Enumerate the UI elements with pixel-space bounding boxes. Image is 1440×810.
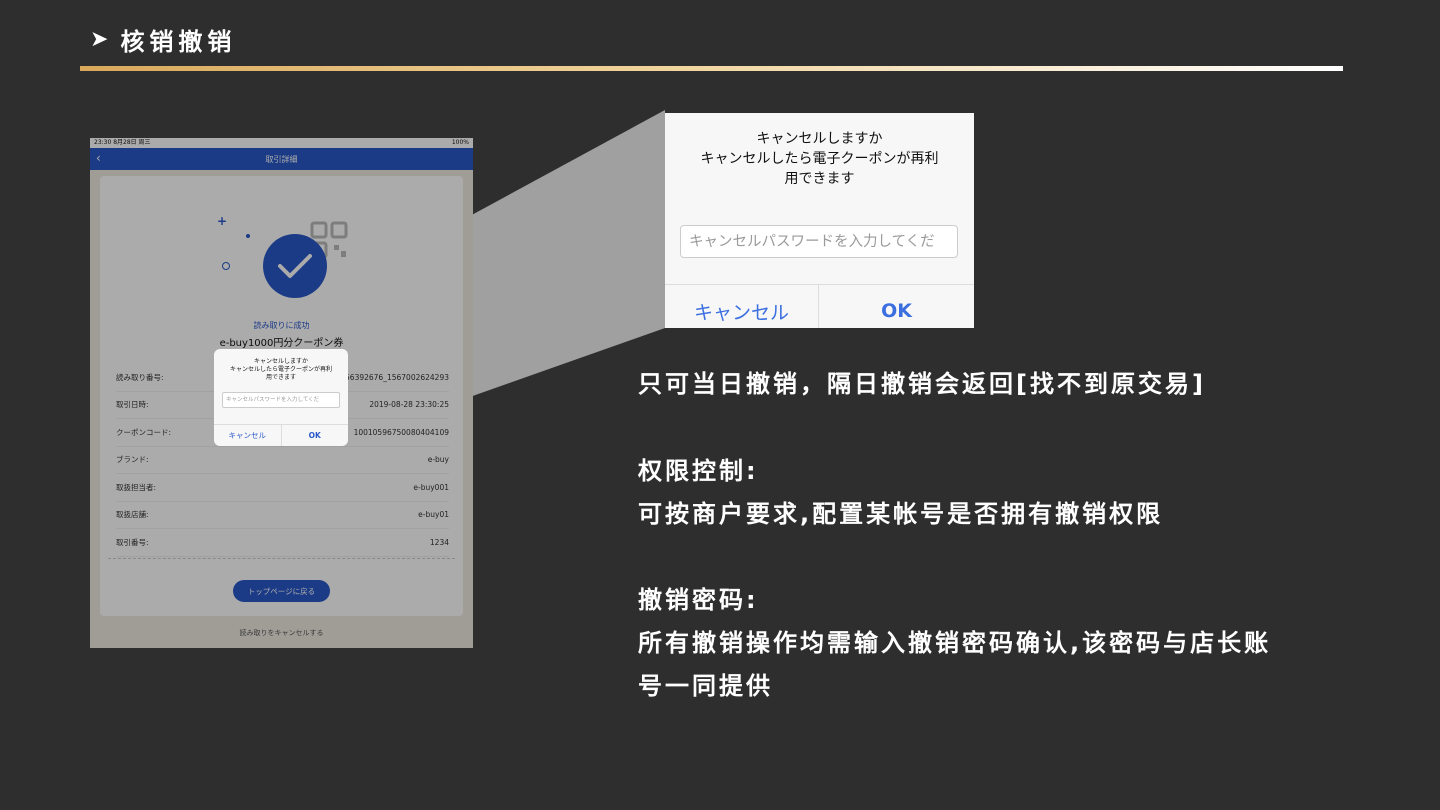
dialog-line: キャンセルしますか [756,131,883,147]
note-password-text-cont: 号一同提供 [638,672,773,700]
note-same-day: 只可当日撤销，隔日撤销会返回[找不到原交易] [638,370,1206,398]
dialog-line: 用できます [265,374,296,381]
dialog-message: キャンセルしますか キャンセルしたら電子クーポンが再利 用できます [214,349,348,382]
dialog-message: キャンセルしますか キャンセルしたら電子クーポンが再利 用できます [665,129,974,189]
cancel-dialog-zoomed: キャンセルしますか キャンセルしたら電子クーポンが再利 用できます キャンセルパ… [665,113,974,328]
password-input[interactable]: キャンセルパスワードを入力してくだ [222,392,340,408]
password-input[interactable]: キャンセルパスワードを入力してくだ [680,225,958,258]
dialog-line: キャンセルしたら電子クーポンが再利 [700,151,939,167]
dialog-line: キャンセルしたら電子クーポンが再利 [229,366,332,373]
note-password-heading: 撤销密码: [638,586,759,614]
phone-screenshot: 23:30 8月28日 周三 100% ‹ 取引詳細 + 読み取りに成功 e-b… [90,138,473,648]
dialog-buttons: キャンセル OK [665,284,974,328]
cancel-button[interactable]: キャンセル [665,285,819,328]
ok-button[interactable]: OK [819,285,974,328]
ok-button[interactable]: OK [282,425,349,446]
dialog-line: キャンセルしますか [253,358,308,365]
note-permission-text: 可按商户要求,配置某帐号是否拥有撤销权限 [638,500,1164,528]
note-password-text: 所有撤销操作均需输入撤销密码确认,该密码与店长账 [638,629,1272,657]
cancel-dialog-mini: キャンセルしますか キャンセルしたら電子クーポンが再利 用できます キャンセルパ… [214,349,348,446]
dialog-buttons: キャンセル OK [214,424,348,446]
cancel-button[interactable]: キャンセル [214,425,282,446]
note-permission-heading: 权限控制: [638,457,759,485]
dialog-line: 用できます [784,171,855,187]
